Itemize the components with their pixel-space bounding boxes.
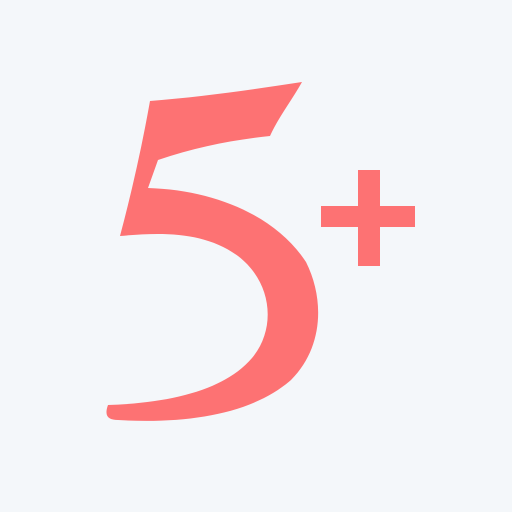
numeral-five-glyph: [106, 82, 319, 421]
five-plus-logo: [106, 82, 415, 421]
plus-sign-horizontal: [321, 206, 415, 227]
app-icon: [0, 0, 512, 512]
